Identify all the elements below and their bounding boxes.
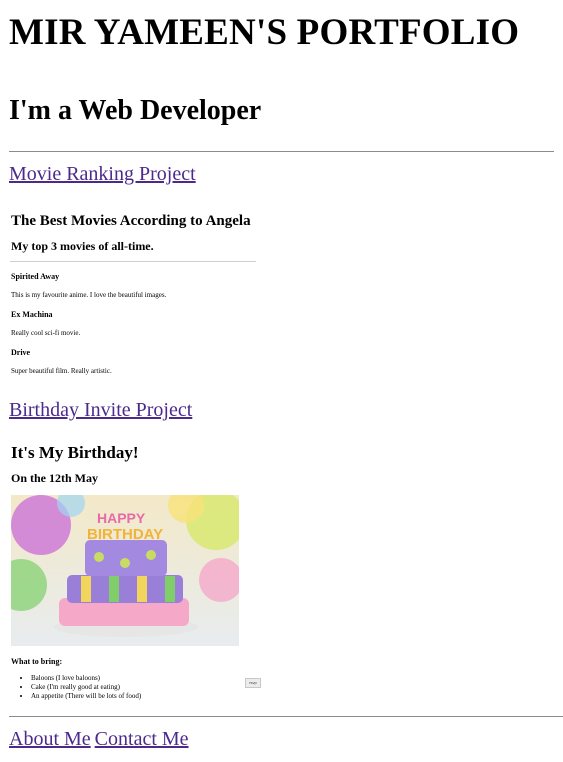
list-item: Cake (I'm really good at eating) [31,683,258,692]
list-item: An appetite (There will be lots of food) [31,692,258,701]
movie-ranking-frame: The Best Movies According to Angela My t… [10,186,258,376]
birthday-date: On the 12th May [11,471,98,485]
birthday-cake-image: HAPPY BIRTHDAY [11,495,239,646]
list-item: Baloons (I love baloons) [31,674,258,683]
page-subtitle: I'm a Web Developer [9,95,262,126]
rsvp-button[interactable]: rsvp [245,678,261,688]
divider-bottom [9,716,563,717]
birthday-heading: It's My Birthday! [11,443,139,462]
movie-title: Spirited Away [11,272,60,281]
movie-description: Super beautiful film. Really artistic. [11,367,112,375]
contact-me-link[interactable]: Contact Me [95,728,189,750]
divider-top [9,151,554,152]
birthday-invite-link[interactable]: Birthday Invite Project [9,399,192,422]
portfolio-page: MIR YAMEEN'S PORTFOLIO I'm a Web Develop… [0,0,563,701]
footer: About Me Contact Me [9,716,563,751]
movie-divider [10,261,256,262]
bring-list: Baloons (I love baloons) Cake (I'm reall… [10,674,258,701]
movie-list: Spirited Away This is my favourite anime… [10,272,258,376]
svg-text:HAPPY: HAPPY [97,510,146,526]
birthday-invite-frame: It's My Birthday! On the 12th May HAPPY … [10,422,258,701]
about-me-link[interactable]: About Me [9,728,91,750]
movie-description: This is my favourite anime. I love the b… [11,291,167,299]
movie-heading: The Best Movies According to Angela [11,213,251,229]
movie-subheading: My top 3 movies of all-time. [11,239,154,253]
page-title: MIR YAMEEN'S PORTFOLIO [9,12,520,53]
footer-links: About Me Contact Me [9,728,563,751]
movie-description: Really cool sci-fi movie. [11,329,81,337]
svg-text:BIRTHDAY: BIRTHDAY [87,526,163,543]
movie-title: Ex Machina [11,310,53,319]
movie-ranking-link[interactable]: Movie Ranking Project [9,163,196,186]
movie-title: Drive [11,348,31,357]
bring-heading: What to bring: [11,657,63,666]
